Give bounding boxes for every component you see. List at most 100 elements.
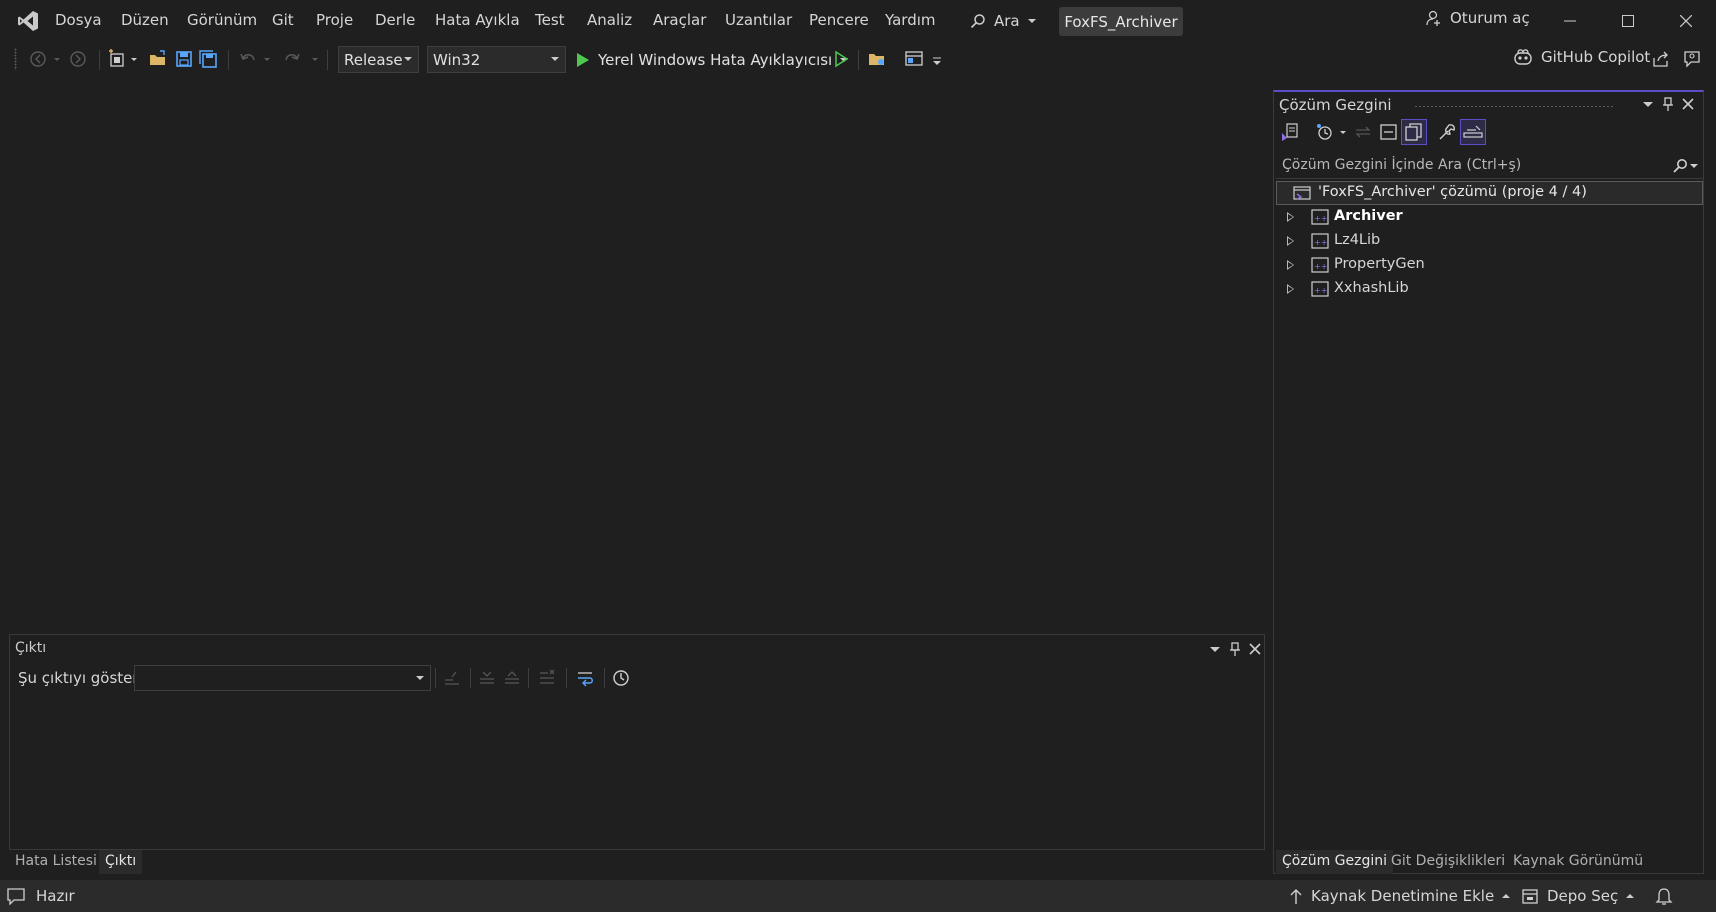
preview-selected-items-icon[interactable] (1460, 119, 1486, 145)
notifications-bell-icon[interactable] (1655, 887, 1673, 905)
chevron-down-icon[interactable] (52, 49, 62, 69)
solution-icon (1293, 185, 1311, 201)
tab-git-changes[interactable]: Git Değişiklikleri (1385, 850, 1511, 874)
next-message-icon[interactable] (502, 668, 522, 688)
chevron-down-icon[interactable] (310, 49, 320, 69)
close-icon[interactable] (1247, 641, 1263, 657)
collapse-all-icon[interactable] (1378, 121, 1400, 143)
menu-item[interactable]: Araçlar (653, 11, 706, 29)
redo-icon[interactable] (282, 49, 302, 69)
expand-arrow-icon[interactable] (1287, 236, 1294, 246)
output-source-select[interactable] (134, 665, 431, 691)
solution-search-box[interactable]: Çözüm Gezgini İçinde Ara (Ctrl+ş) (1276, 153, 1703, 179)
clock-icon[interactable] (611, 668, 631, 688)
chevron-down-icon[interactable] (129, 49, 139, 69)
layout-icon[interactable] (904, 49, 924, 69)
menu-item[interactable]: Git (272, 11, 294, 29)
menu-item[interactable]: Test (535, 11, 565, 29)
menu-item[interactable]: Proje (316, 11, 353, 29)
show-all-files-icon[interactable] (1401, 119, 1427, 145)
maximize-button[interactable] (1599, 0, 1657, 42)
menu-item[interactable]: Hata Ayıkla (435, 11, 520, 29)
solution-root-node[interactable]: 'FoxFS_Archiver' çözümü (proje 4 / 4) (1276, 181, 1703, 205)
toolbar-separator (228, 50, 229, 70)
minimize-button[interactable] (1541, 0, 1599, 42)
sync-with-active-document-icon[interactable] (1352, 121, 1374, 143)
save-icon[interactable] (174, 49, 194, 69)
expand-arrow-icon[interactable] (1287, 284, 1294, 294)
toolbar-overflow-icon[interactable] (931, 49, 943, 69)
save-all-icon[interactable] (198, 49, 218, 69)
close-icon[interactable] (1680, 96, 1696, 112)
menu-item[interactable]: Düzen (121, 11, 169, 29)
open-folder-icon[interactable] (148, 49, 168, 69)
output-source-label: Şu çıktıyı göster: (18, 669, 144, 687)
menu-item[interactable]: Derle (375, 11, 415, 29)
tree-item-project[interactable]: ++ XxhashLib (1274, 277, 1701, 301)
folder-view-icon[interactable] (867, 49, 887, 69)
properties-wrench-icon[interactable] (1436, 121, 1458, 143)
feedback-icon[interactable] (1682, 49, 1702, 69)
word-wrap-icon[interactable] (575, 668, 595, 688)
window-position-dropdown-icon[interactable] (1207, 641, 1223, 657)
chevron-down-icon[interactable] (1338, 121, 1348, 143)
search-icon[interactable] (1672, 158, 1688, 174)
search-button[interactable]: Ara (970, 9, 1036, 33)
visual-studio-logo-icon[interactable] (16, 9, 40, 33)
menu-item[interactable]: Görünüm (187, 11, 257, 29)
editor-area[interactable] (0, 86, 1271, 633)
find-message-in-code-icon[interactable] (442, 668, 462, 688)
output-window-icon[interactable] (6, 887, 26, 905)
pending-changes-filter-icon[interactable] (1314, 121, 1336, 143)
menu-item[interactable]: Pencere (809, 11, 869, 29)
toolbar-separator (327, 50, 328, 70)
pane-grip[interactable] (1414, 105, 1614, 108)
tree-item-project[interactable]: ++ Archiver (1274, 205, 1701, 229)
github-copilot-button[interactable]: GitHub Copilot (1513, 48, 1650, 66)
pin-icon[interactable] (1660, 96, 1676, 112)
clear-all-icon[interactable] (537, 668, 557, 688)
chevron-down-icon[interactable] (262, 49, 272, 69)
source-control-label: Kaynak Denetimine Ekle (1311, 887, 1495, 905)
select-repository-button[interactable]: Depo Seç (1521, 887, 1635, 905)
add-to-source-control-button[interactable]: Kaynak Denetimine Ekle (1289, 887, 1511, 905)
chevron-down-icon (1027, 19, 1036, 23)
previous-message-icon[interactable] (477, 668, 497, 688)
tab-resource-view[interactable]: Kaynak Görünümü (1507, 850, 1649, 874)
switch-views-icon[interactable] (1280, 121, 1302, 143)
navigate-forward-icon[interactable] (68, 49, 88, 69)
toolbar-separator (604, 668, 605, 688)
toolbar-separator (528, 668, 529, 688)
tab-error-list[interactable]: Hata Listesi (9, 850, 103, 874)
solution-name-badge[interactable]: FoxFS_Archiver (1059, 7, 1183, 36)
solution-explorer-title: Çözüm Gezgini (1279, 96, 1392, 114)
tree-item-project[interactable]: ++ Lz4Lib (1274, 229, 1701, 253)
chevron-down-icon[interactable] (1690, 164, 1698, 168)
share-icon[interactable] (1651, 49, 1671, 69)
start-debugging-button[interactable]: Yerel Windows Hata Ayıklayıcısı (574, 46, 849, 73)
menu-item[interactable]: Uzantılar (725, 11, 792, 29)
new-project-icon[interactable] (107, 49, 127, 69)
navigate-back-icon[interactable] (28, 49, 48, 69)
undo-icon[interactable] (238, 49, 258, 69)
repository-icon (1521, 887, 1539, 905)
window-position-dropdown-icon[interactable] (1640, 96, 1656, 112)
expand-arrow-icon[interactable] (1287, 212, 1294, 222)
solution-root-label: 'FoxFS_Archiver' çözümü (proje 4 / 4) (1318, 184, 1587, 200)
menu-item[interactable]: Dosya (55, 11, 102, 29)
tree-item-project[interactable]: ++ PropertyGen (1274, 253, 1701, 277)
start-without-debugging-icon[interactable] (831, 49, 851, 69)
menu-item[interactable]: Analiz (587, 11, 632, 29)
tab-output[interactable]: Çıktı (99, 850, 143, 874)
pin-icon[interactable] (1227, 641, 1243, 657)
sign-in-button[interactable]: Oturum aç (1424, 9, 1530, 27)
toolbar-grip[interactable] (14, 48, 17, 70)
platform-select[interactable]: Win32 (427, 46, 566, 73)
menu-item[interactable]: Yardım (885, 11, 936, 29)
github-copilot-label: GitHub Copilot (1541, 48, 1651, 66)
chevron-up-icon (1502, 894, 1511, 898)
tab-solution-explorer[interactable]: Çözüm Gezgini (1276, 850, 1393, 874)
configuration-select[interactable]: Release (338, 46, 419, 73)
close-window-button[interactable] (1657, 0, 1715, 42)
expand-arrow-icon[interactable] (1287, 260, 1294, 270)
